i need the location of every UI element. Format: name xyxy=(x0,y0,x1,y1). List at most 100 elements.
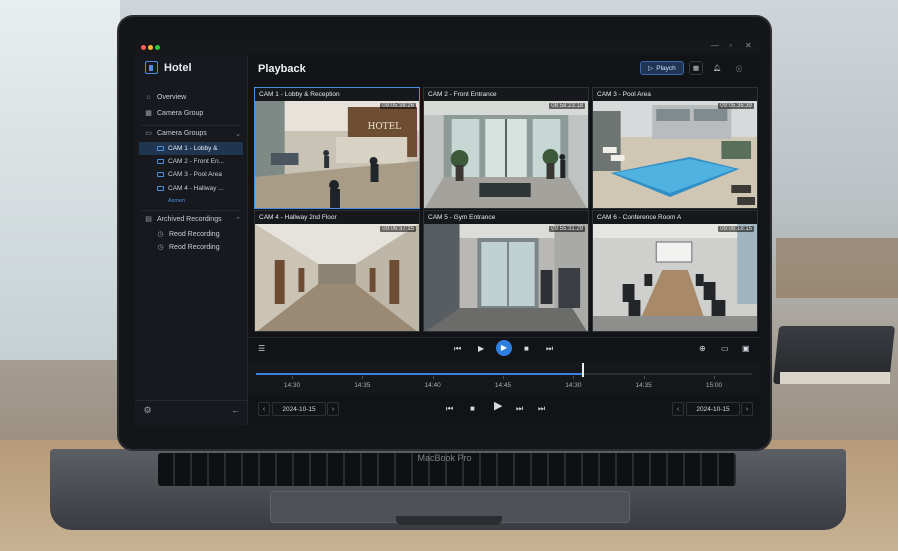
background-notebook-pages xyxy=(780,372,890,384)
archived-recordings-header[interactable]: ▤ Archived Recordings ⌃ xyxy=(145,213,241,226)
sidebar-item-label: Camera Group xyxy=(157,110,204,117)
collapse-sidebar-icon[interactable]: ← xyxy=(231,406,240,415)
footer-controls: ‹ 2024-10-15 › ⏮ ■ ▶ ⏭ ⏭ ‹ 2024-10-15 › xyxy=(248,399,761,421)
tile-header: CAM 2 - Front Entrance xyxy=(424,88,588,101)
timeline-tick-label: 14:40 xyxy=(424,382,441,389)
camera-feed-conference xyxy=(593,224,757,331)
recording-label: Reod Recording xyxy=(169,231,220,238)
skip-back-icon[interactable]: ⏮ xyxy=(454,343,461,354)
next-date-button[interactable]: › xyxy=(741,402,753,416)
previous-date-button[interactable]: ‹ xyxy=(672,402,684,416)
home-icon: ⌂ xyxy=(146,94,151,101)
camera-timestamp: 09:05:36:39 xyxy=(718,103,754,109)
previous-date-button[interactable]: ‹ xyxy=(258,402,270,416)
play-icon[interactable]: ▶ xyxy=(494,401,502,412)
skip-forward-icon[interactable]: ⏭ xyxy=(538,403,545,414)
minimize-window-button[interactable] xyxy=(148,45,153,50)
app-window: — ▫ ✕ Hotel ⌂ Overview ▦ Camera Group ▭ … xyxy=(135,39,761,425)
stop-icon[interactable]: ■ xyxy=(524,343,529,354)
folder-icon: ▭ xyxy=(145,130,152,137)
timeline[interactable]: 14:30 14:35 14:40 14:45 14:30 14:35 15:00 xyxy=(248,361,761,395)
next-date-button[interactable]: › xyxy=(327,402,339,416)
tile-header: CAM 3 - Pool Area xyxy=(593,88,757,101)
playback-button-label: Playch xyxy=(656,64,676,72)
camera-groups-header[interactable]: ▭ Camera Groups ⌄ xyxy=(145,127,241,140)
close-icon[interactable]: ✕ xyxy=(745,41,752,50)
camera-icon xyxy=(157,172,164,177)
camera-label: CAM 5 - Gym Entrance xyxy=(428,214,496,221)
camera-label: CAM 1 - Lobby & Reception xyxy=(259,91,340,98)
skip-back-icon[interactable]: ⏮ xyxy=(446,403,453,414)
timeline-tick-label: 14:35 xyxy=(635,382,652,389)
info-button[interactable]: ⓘ xyxy=(732,61,746,75)
recording-item[interactable]: ◷ Reod Recording xyxy=(157,228,220,241)
timeline-tick-label: 14:45 xyxy=(494,382,512,389)
zoom-icon[interactable]: ⊕ xyxy=(699,343,706,354)
camera-tile-cam-4[interactable]: CAM 4 - Hallway 2nd Floor 09:06:37:15 xyxy=(254,210,420,332)
list-icon[interactable]: ☰ xyxy=(258,343,265,354)
camera-tile-cam-3[interactable]: CAM 3 - Pool Area 09:05:36:39 xyxy=(592,87,758,209)
recording-item[interactable]: ◷ Reod Recording xyxy=(157,241,220,254)
calendar-icon: ▦ xyxy=(692,65,700,72)
maximize-window-button[interactable] xyxy=(155,45,160,50)
camera-tile-cam-1[interactable]: HOTEL CAM 1 - Lobby & Reception 09:05:38… xyxy=(254,87,420,209)
play-pause-button[interactable]: ▶ xyxy=(496,340,512,356)
calendar-icon: ▤ xyxy=(145,216,152,223)
sidebar-item-label: CAM 4 - Hallway ... xyxy=(168,185,224,192)
camera-feed-hallway xyxy=(255,224,419,331)
restore-icon[interactable]: ▫ xyxy=(729,41,732,50)
tile-header: CAM 6 - Conference Room A xyxy=(593,211,757,224)
laptop-brand-label: MacBook Pro xyxy=(417,453,472,463)
camera-timestamp: 09:05:38:26 xyxy=(380,103,416,109)
camera-feed-pool xyxy=(593,101,757,208)
window-titlebar: — ▫ ✕ xyxy=(135,39,761,55)
notifications-button[interactable]: 🔔︎ xyxy=(710,61,724,75)
camera-label: CAM 4 - Hallway 2nd Floor xyxy=(259,214,337,221)
building-icon xyxy=(145,61,158,74)
calendar-button[interactable]: ▦ xyxy=(689,61,703,75)
brand: Hotel xyxy=(145,61,192,74)
close-window-button[interactable] xyxy=(141,45,146,50)
page-title: Playback xyxy=(258,63,306,75)
fullscreen-icon[interactable]: ▣ xyxy=(742,343,750,354)
play-icon[interactable]: ▶ xyxy=(478,343,484,354)
sidebar-item-cam-4[interactable]: CAM 4 - Hallway ... xyxy=(139,182,243,195)
camera-feed-gym xyxy=(424,224,588,331)
stop-icon[interactable]: ■ xyxy=(470,403,475,414)
sidebar-item-overview[interactable]: ⌂ Overview xyxy=(145,91,186,104)
playback-controls: ☰ ⏮ ▶ ▶ ■ ⏭ ⊕ ▭ ▣ xyxy=(248,337,761,360)
date-picker-right[interactable]: 2024-10-15 xyxy=(686,402,740,416)
divider xyxy=(141,125,241,126)
timeline-tick xyxy=(503,376,504,379)
sidebar-item-cam-2[interactable]: CAM 2 - Front En... xyxy=(139,155,243,168)
sidebar-item-cam-1[interactable]: CAM 1 - Lobby & xyxy=(139,142,243,155)
camera-timestamp: 09:06:18:15 xyxy=(718,226,754,232)
main-panel: Playback ▷ Playch ▦ 🔔︎ ⓘ HOTEL CAM 1 - L… xyxy=(248,55,761,425)
timeline-progress xyxy=(256,373,584,375)
timeline-playhead[interactable] xyxy=(582,363,585,377)
camera-timestamp: 09:06:37:15 xyxy=(380,226,416,232)
sidebar-item-cam-3[interactable]: CAM 3 - Pool Area xyxy=(139,168,243,181)
show-more-link[interactable]: Asmen xyxy=(168,198,185,204)
camera-timestamp: 09:55:31:29 xyxy=(549,226,585,232)
sidebar: Hotel ⌂ Overview ▦ Camera Group ▭ Camera… xyxy=(135,55,248,425)
minimize-icon[interactable]: — xyxy=(711,41,719,50)
layout-icon[interactable]: ▭ xyxy=(721,343,729,354)
camera-tile-cam-5[interactable]: CAM 5 - Gym Entrance 09:55:31:29 xyxy=(423,210,589,332)
timeline-tick-label: 14:35 xyxy=(354,382,371,389)
step-forward-icon[interactable]: ⏭ xyxy=(516,403,523,414)
sidebar-item-label: CAM 1 - Lobby & xyxy=(168,145,218,152)
camera-tile-cam-2[interactable]: CAM 2 - Front Entrance 08:58:23:18 xyxy=(423,87,589,209)
camera-label: CAM 3 - Pool Area xyxy=(597,91,651,98)
camera-tile-cam-6[interactable]: CAM 6 - Conference Room A 09:06:18:15 xyxy=(592,210,758,332)
archived-recordings-label: Archived Recordings xyxy=(157,216,222,223)
date-picker-left[interactable]: 2024-10-15 xyxy=(272,402,326,416)
camera-label: CAM 2 - Front Entrance xyxy=(428,91,497,98)
skip-forward-icon[interactable]: ⏭ xyxy=(546,343,553,354)
playback-button[interactable]: ▷ Playch xyxy=(640,61,684,75)
camera-icon xyxy=(157,146,164,151)
recording-label: Reod Recording xyxy=(169,244,220,251)
sidebar-item-camera-group[interactable]: ▦ Camera Group xyxy=(145,107,203,120)
settings-gear-icon[interactable]: ⚙ xyxy=(143,406,152,415)
camera-icon xyxy=(157,186,164,191)
